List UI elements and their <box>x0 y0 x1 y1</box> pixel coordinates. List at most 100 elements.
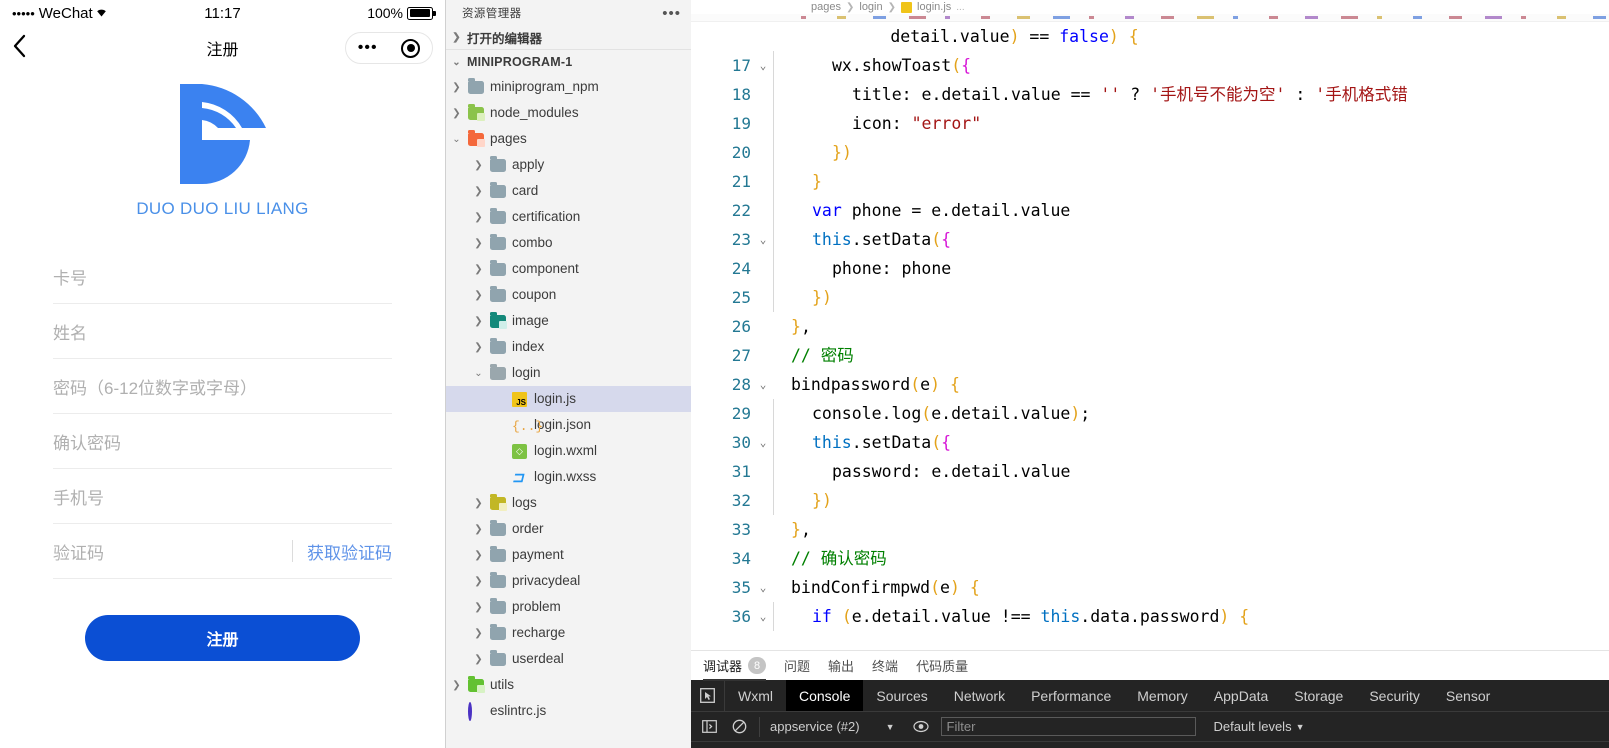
devtools-tab-memory[interactable]: Memory <box>1124 680 1201 711</box>
panel-tab-label: 输出 <box>828 659 855 674</box>
field-phone[interactable]: 手机号 <box>53 469 392 524</box>
file-item-login-wxss[interactable]: ⊐ login.wxss <box>446 464 691 490</box>
fold-chevron-icon[interactable]: ⌄ <box>753 370 773 399</box>
devtools-tab-storage[interactable]: Storage <box>1281 680 1356 711</box>
more-dots-icon[interactable]: ••• <box>358 40 378 56</box>
breadcrumb-login[interactable]: login <box>859 1 882 13</box>
folder-item-privacydeal[interactable]: ❯ privacydeal <box>446 568 691 594</box>
devtools-tab-security[interactable]: Security <box>1356 680 1433 711</box>
folder-item-recharge[interactable]: ❯ recharge <box>446 620 691 646</box>
file-item-login-json[interactable]: {..} login.json <box>446 412 691 438</box>
breadcrumb-more[interactable]: ... <box>956 2 964 13</box>
folder-gray-icon <box>490 546 507 563</box>
breadcrumb-file[interactable]: login.js <box>917 1 951 13</box>
fold-chevron-icon[interactable]: ⌄ <box>753 51 773 80</box>
folder-item-certification[interactable]: ❯ certification <box>446 204 691 230</box>
fold-chevron-icon[interactable]: ⌄ <box>753 428 773 457</box>
line-number: 27 <box>731 346 751 365</box>
folder-item-utils[interactable]: ❯ utils <box>446 672 691 698</box>
code-editor[interactable]: detail.value) == false) { 17 ⌄ wx.showToas… <box>691 22 1609 650</box>
code-lines: 17 ⌄ wx.showToast({18 title: e.detail.value… <box>691 51 1609 631</box>
console-sidebar-icon[interactable] <box>699 717 719 737</box>
devtools-tab-console[interactable]: Console <box>786 680 864 711</box>
console-context-selector[interactable]: appservice (#2) ▼ <box>759 716 901 737</box>
get-verify-code-button[interactable]: 获取验证码 <box>307 539 392 564</box>
folder-gray-icon <box>490 260 507 277</box>
fold-chevron-icon[interactable]: ⌄ <box>753 225 773 254</box>
folder-item-card[interactable]: ❯ card <box>446 178 691 204</box>
file-tree: ❯ miniprogram_npm ❯ node_modules ⌄ pages ❯ appl… <box>446 74 691 724</box>
file-item-eslintrc-js[interactable]: eslintrc.js <box>446 698 691 724</box>
code-line-text: console.log(e.detail.value); <box>773 399 1090 428</box>
folder-item-pages[interactable]: ⌄ pages <box>446 126 691 152</box>
folder-gray-icon <box>490 208 507 225</box>
console-filter-input[interactable]: Filter <box>940 717 1196 736</box>
line-number: 34 <box>731 549 751 568</box>
wechat-capsule-button[interactable]: ••• <box>345 32 433 64</box>
minimap-decoration <box>1449 16 1462 19</box>
tree-item-label: login.js <box>534 391 577 407</box>
register-submit-button[interactable]: 注册 <box>85 615 360 661</box>
explorer-title: 资源管理器 <box>462 8 522 20</box>
folder-item-problem[interactable]: ❯ problem <box>446 594 691 620</box>
folder-item-combo[interactable]: ❯ combo <box>446 230 691 256</box>
folder-item-apply[interactable]: ❯ apply <box>446 152 691 178</box>
miniprogram-nav-bar: 注册 ••• <box>0 26 445 70</box>
line-number: 29 <box>731 404 751 423</box>
workspace-root-row[interactable]: ⌄ MINIPROGRAM-1 <box>446 50 691 74</box>
devtools-tab-appdata[interactable]: AppData <box>1201 680 1281 711</box>
fold-chevron-icon[interactable]: ⌄ <box>753 602 773 631</box>
minimap-decoration <box>1269 16 1278 19</box>
chevron-right-icon: ❯ <box>474 549 483 561</box>
chevron-right-icon: ❯ <box>474 627 483 639</box>
tree-item-label: apply <box>512 157 545 173</box>
open-editors-section[interactable]: ❯ 打开的编辑器 <box>446 26 691 50</box>
vscode-explorer-panel: 资源管理器 ••• ❯ 打开的编辑器 ⌄ MINIPROGRAM-1 ❯ mini… <box>445 0 691 748</box>
folder-item-payment[interactable]: ❯ payment <box>446 542 691 568</box>
folder-item-image[interactable]: ❯ image <box>446 308 691 334</box>
devtools-tab-sensor[interactable]: Sensor <box>1433 680 1503 711</box>
code-line-text: this.setData({ <box>773 428 951 457</box>
back-chevron-icon[interactable] <box>12 33 42 63</box>
panel-tab-debugger[interactable]: 调试器 8 <box>703 651 767 681</box>
tree-item-label: utils <box>490 677 515 693</box>
file-item-login-wxml[interactable]: ◇ login.wxml <box>446 438 691 464</box>
tree-item-label: pages <box>490 131 527 147</box>
file-item-login-js[interactable]: JS login.js <box>446 386 691 412</box>
live-expression-icon[interactable] <box>911 717 931 737</box>
folder-item-order[interactable]: ❯ order <box>446 516 691 542</box>
field-card-number[interactable]: 卡号 <box>53 249 392 304</box>
minimap-decoration <box>1413 16 1422 19</box>
chevron-right-icon: ❯ <box>452 679 461 691</box>
devtools-tab-sources[interactable]: Sources <box>863 680 940 711</box>
clear-console-icon[interactable] <box>729 717 749 737</box>
panel-tab-code-quality[interactable]: 代码质量 <box>916 651 968 681</box>
folder-item-coupon[interactable]: ❯ coupon <box>446 282 691 308</box>
ellipsis-icon[interactable]: ••• <box>662 6 681 21</box>
field-verify-code[interactable]: 验证码 获取验证码 <box>53 524 392 579</box>
devtools-tab-wxml[interactable]: Wxml <box>725 680 786 711</box>
battery-percent-label: 100% <box>367 5 403 21</box>
panel-tab-problems[interactable]: 问题 <box>784 651 810 681</box>
folder-item-login[interactable]: ⌄ login <box>446 360 691 386</box>
folder-item-logs[interactable]: ❯ logs <box>446 490 691 516</box>
field-full-name[interactable]: 姓名 <box>53 304 392 359</box>
console-levels-dropdown[interactable]: Default levels ▼ <box>1214 719 1305 734</box>
folder-item-miniprogram-npm[interactable]: ❯ miniprogram_npm <box>446 74 691 100</box>
inspect-element-icon[interactable] <box>691 680 725 711</box>
tree-item-label: index <box>512 339 545 355</box>
devtools-tab-performance[interactable]: Performance <box>1018 680 1124 711</box>
panel-tab-terminal[interactable]: 终端 <box>872 651 898 681</box>
folder-item-index[interactable]: ❯ index <box>446 334 691 360</box>
field-confirm-password[interactable]: 确认密码 <box>53 414 392 469</box>
field-password[interactable]: 密码（6-12位数字或字母） <box>53 359 392 414</box>
folder-item-userdeal[interactable]: ❯ userdeal <box>446 646 691 672</box>
target-circle-icon[interactable] <box>401 38 421 58</box>
folder-item-component[interactable]: ❯ component <box>446 256 691 282</box>
panel-tab-output[interactable]: 输出 <box>828 651 854 681</box>
folder-item-node-modules[interactable]: ❯ node_modules <box>446 100 691 126</box>
devtools-tab-network[interactable]: Network <box>941 680 1018 711</box>
breadcrumb-pages[interactable]: pages <box>811 1 841 13</box>
console-output-area[interactable] <box>691 741 1609 748</box>
fold-chevron-icon[interactable]: ⌄ <box>753 573 773 602</box>
